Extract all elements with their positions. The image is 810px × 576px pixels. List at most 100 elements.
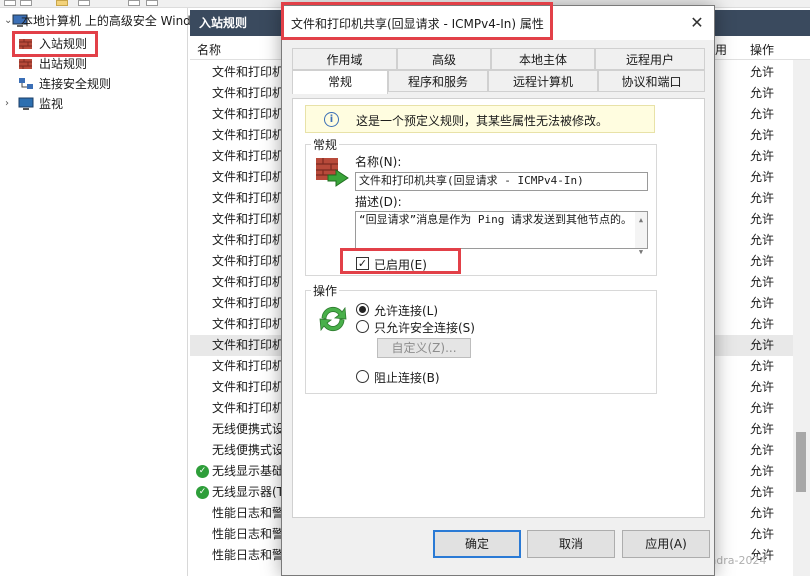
col-action-header[interactable]: 操作 — [750, 41, 774, 58]
tab-remote-users[interactable]: 远程用户 — [595, 48, 705, 70]
col-name-header[interactable]: 名称 — [197, 41, 221, 58]
rule-name-cell: 性能日志和警 — [212, 527, 285, 541]
rule-name-cell: 文件和打印机 — [212, 212, 285, 226]
chevron-right-icon[interactable]: › — [5, 94, 9, 114]
rule-name-cell: 文件和打印机 — [212, 359, 285, 373]
block-radio[interactable] — [356, 370, 369, 383]
tab-general[interactable]: 常规 — [292, 70, 388, 94]
rule-action-cell: 允许 — [750, 464, 775, 478]
tab-protocols-ports[interactable]: 协议和端口 — [598, 70, 705, 92]
tree-item-connection-security[interactable]: 连接安全规则 — [0, 74, 130, 94]
rule-action-cell: 允许 — [750, 254, 775, 268]
close-button[interactable]: ✕ — [686, 12, 708, 34]
ok-button[interactable]: 确定 — [433, 530, 521, 558]
rule-name-cell: 文件和打印机 — [212, 107, 285, 121]
rule-name-cell: 文件和打印机 — [212, 65, 285, 79]
allow-label: 允许连接(L) — [374, 304, 439, 318]
name-field[interactable]: 文件和打印机共享(回显请求 - ICMPv4-In) — [355, 172, 648, 191]
rule-name-cell: 文件和打印机 — [212, 254, 285, 268]
name-label: 名称(N): — [355, 155, 402, 169]
tab-scope[interactable]: 作用域 — [292, 48, 397, 70]
rule-action-cell: 允许 — [750, 107, 775, 121]
tree-item-label: 连接安全规则 — [39, 77, 112, 91]
firewall-rule-icon — [316, 158, 349, 187]
rule-name-cell: 无线显示器(T — [212, 485, 285, 499]
rule-action-cell: 允许 — [750, 401, 775, 415]
rule-name-cell: 无线显示基础 — [212, 464, 285, 478]
dialog-title: 文件和打印机共享(回显请求 - ICMPv4-In) 属性 — [291, 17, 544, 31]
description-field[interactable]: “回显请求”消息是作为 Ping 请求发送到其他节点的。 ▲ ▼ — [355, 211, 648, 256]
rule-action-cell: 允许 — [750, 128, 775, 142]
rule-name-cell: 文件和打印机 — [212, 170, 285, 184]
rule-name-cell: 性能日志和警 — [212, 506, 285, 520]
console-tree: ⌄ 本地计算机 上的高级安全 Windows 入站规则 出站规则 连接安全规则 … — [0, 8, 214, 576]
inbound-rules-icon — [19, 39, 32, 49]
tab-advanced[interactable]: 高级 — [397, 48, 491, 70]
rule-name-cell: 文件和打印机 — [212, 380, 285, 394]
rule-action-cell: 允许 — [750, 86, 775, 100]
info-bar: i 这是一个预定义规则，其某些属性无法被修改。 — [305, 105, 655, 133]
apply-button[interactable]: 应用(A) — [622, 530, 710, 558]
rule-action-cell: 允许 — [750, 485, 775, 499]
enabled-checkbox[interactable]: ✓ — [356, 257, 369, 270]
rule-name-cell: 文件和打印机 — [212, 338, 285, 352]
rule-action-cell: 允许 — [750, 506, 775, 520]
rule-action-cell: 允许 — [750, 233, 775, 247]
info-icon: i — [324, 112, 339, 127]
rule-name-cell: 文件和打印机 — [212, 128, 285, 142]
tree-root-label: 本地计算机 上的高级安全 Windows — [21, 14, 215, 28]
tab-remote-computers[interactable]: 远程计算机 — [488, 70, 598, 92]
rule-name-cell: 性能日志和警 — [212, 548, 285, 562]
rule-action-cell: 允许 — [750, 191, 775, 205]
recycle-arrows-icon — [319, 306, 347, 332]
tree-item-label: 出站规则 — [39, 57, 88, 71]
rule-action-cell: 允许 — [750, 275, 775, 289]
tree-root[interactable]: ⌄ 本地计算机 上的高级安全 Windows — [0, 11, 214, 31]
tab-programs-services[interactable]: 程序和服务 — [388, 70, 488, 92]
properties-icon[interactable] — [128, 0, 140, 6]
secure-only-label: 只允许安全连接(S) — [374, 321, 475, 335]
cancel-button[interactable]: 取消 — [527, 530, 615, 558]
tab-local-principals[interactable]: 本地主体 — [491, 48, 595, 70]
rule-action-cell: 允许 — [750, 65, 775, 79]
rule-name-cell: 无线便携式设 — [212, 422, 285, 436]
scrollbar-thumb[interactable] — [796, 432, 806, 492]
col-enabled-header[interactable]: 用 — [715, 41, 727, 58]
info-text: 这是一个预定义规则，其某些属性无法被修改。 — [356, 114, 609, 128]
rule-name-cell: 文件和打印机 — [212, 149, 285, 163]
rule-name-cell: 文件和打印机 — [212, 233, 285, 247]
rule-name-cell: 文件和打印机 — [212, 296, 285, 310]
block-label: 阻止连接(B) — [374, 371, 440, 385]
dialog-titlebar[interactable]: 文件和打印机共享(回显请求 - ICMPv4-In) 属性 ✕ — [282, 6, 714, 40]
help-icon[interactable] — [146, 0, 158, 6]
secure-only-radio[interactable] — [356, 320, 369, 333]
enabled-check-icon: ✓ — [196, 465, 209, 478]
forward-icon[interactable] — [20, 0, 32, 6]
tree-item-inbound[interactable]: 入站规则 — [0, 34, 100, 54]
list-icon[interactable] — [78, 0, 90, 6]
rule-name-cell: 文件和打印机 — [212, 86, 285, 100]
tree-item-outbound[interactable]: 出站规则 — [0, 54, 100, 74]
rule-action-cell: 允许 — [750, 170, 775, 184]
rule-action-cell: 允许 — [750, 212, 775, 226]
description-text: “回显请求”消息是作为 Ping 请求发送到其他节点的。 — [359, 213, 632, 226]
rule-action-cell: 允许 — [750, 149, 775, 163]
description-label: 描述(D): — [355, 195, 402, 209]
allow-radio[interactable] — [356, 303, 369, 316]
tree-item-monitoring[interactable]: › 监视 — [0, 94, 100, 114]
rule-action-cell: 允许 — [750, 422, 775, 436]
rule-name-cell: 文件和打印机 — [212, 317, 285, 331]
folder-icon[interactable] — [56, 0, 68, 6]
action-group-label: 操作 — [311, 282, 340, 299]
rule-action-cell: 允许 — [750, 317, 775, 331]
monitor-icon — [18, 97, 34, 110]
rule-name-cell: 文件和打印机 — [212, 191, 285, 205]
rule-action-cell: 允许 — [750, 296, 775, 310]
description-scrollbar[interactable]: ▲ ▼ — [635, 212, 647, 256]
vertical-scrollbar[interactable] — [793, 60, 810, 576]
general-group-label: 常规 — [311, 136, 340, 153]
rule-name-cell: 文件和打印机 — [212, 275, 285, 289]
connection-security-icon — [19, 78, 33, 89]
customize-button[interactable]: 自定义(Z)... — [377, 338, 471, 358]
back-icon[interactable] — [4, 0, 16, 6]
